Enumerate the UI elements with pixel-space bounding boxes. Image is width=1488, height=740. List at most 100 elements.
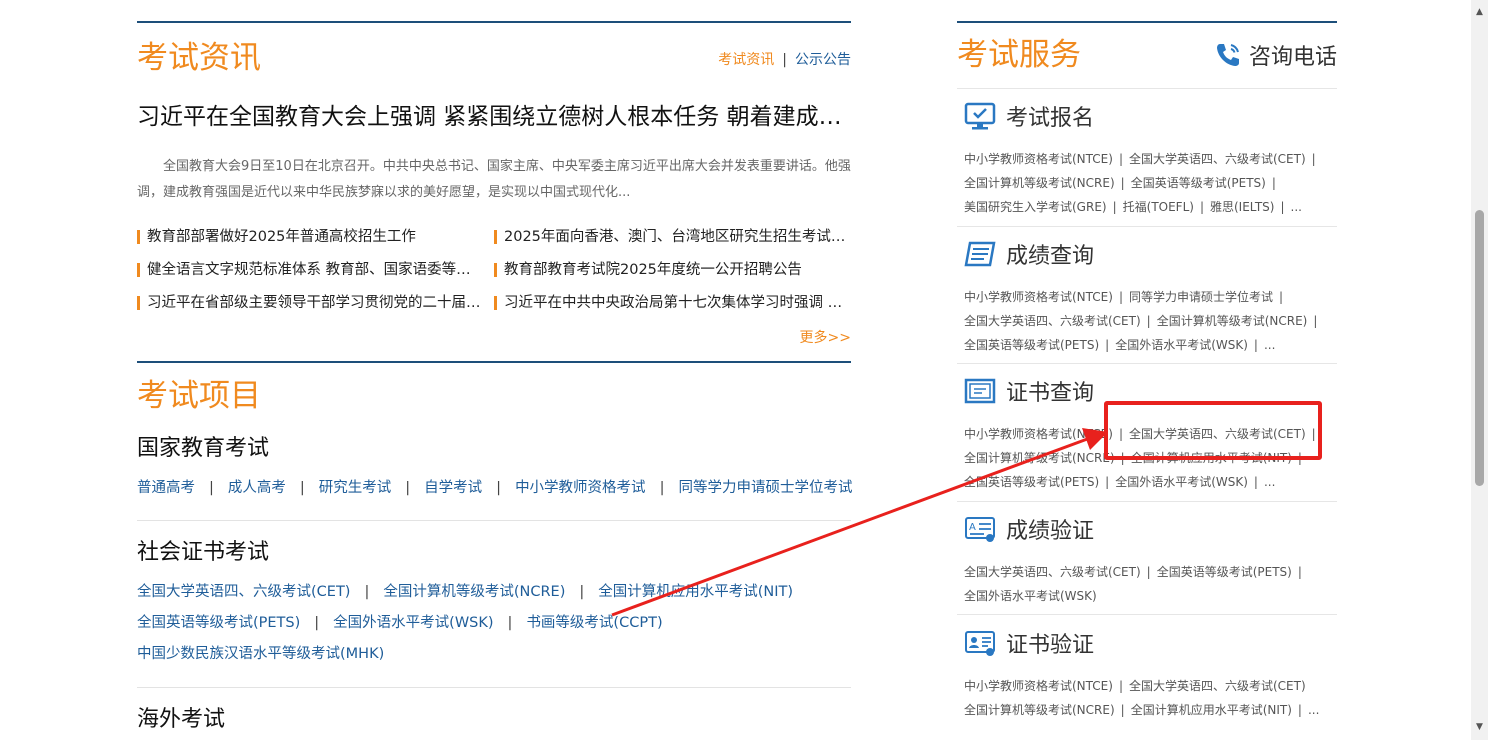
news-item[interactable]: 教育部教育考试院2025年度统一公开招聘公告 — [494, 259, 851, 281]
category-divider — [137, 520, 851, 521]
exam-link[interactable]: 全国外语水平考试(WSK) — [333, 615, 493, 631]
news-item[interactable]: 习近平在省部级主要领导干部学习贯彻党的二十届三中全会精神专题研讨班开班式上发表重… — [137, 292, 482, 314]
tab-separator: | — [782, 52, 787, 68]
more-ellipsis[interactable]: ... — [1291, 200, 1302, 214]
service-link[interactable]: 全国大学英语四、六级考试(CET) — [964, 314, 1141, 328]
exam-link[interactable]: 书画等级考试(CCPT) — [526, 615, 662, 631]
exam-link[interactable]: 中国少数民族汉语水平等级考试(MHK) — [137, 646, 384, 662]
service-divider — [957, 614, 1337, 615]
tab-announcements[interactable]: 公示公告 — [795, 52, 851, 68]
service-link[interactable]: 雅思(IELTS) — [1210, 200, 1274, 214]
service-divider — [957, 88, 1337, 89]
exam-link[interactable]: 研究生考试 — [319, 480, 392, 496]
service-link[interactable]: 中小学教师资格考试(NTCE) — [964, 152, 1113, 166]
consult-phone[interactable]: 咨询电话 — [1213, 38, 1337, 72]
exam-link[interactable]: 自学考试 — [424, 480, 482, 496]
service-title: 证书查询 — [1006, 381, 1095, 406]
service-link[interactable]: 全国外语水平考试(WSK) — [1115, 338, 1248, 352]
scroll-icon — [964, 241, 996, 267]
service-link[interactable]: 全国英语等级考试(PETS) — [964, 475, 1099, 489]
service-link[interactable]: 全国计算机应用水平考试(NIT) — [1131, 703, 1292, 717]
service-divider — [957, 226, 1337, 227]
service-title: 考试报名 — [1006, 106, 1095, 131]
exam-link[interactable]: 成人高考 — [228, 480, 286, 496]
service-title: 成绩验证 — [1006, 519, 1095, 544]
service-header[interactable]: 成绩查询 — [964, 236, 1094, 272]
service-link[interactable]: 全国外语水平考试(WSK) — [964, 589, 1097, 603]
service-link[interactable]: 全国计算机等级考试(NCRE) — [964, 176, 1115, 190]
exam-link[interactable]: 全国英语等级考试(PETS) — [137, 615, 300, 631]
news-item[interactable]: 2025年面向香港、澳门、台湾地区研究生招生考试《招生简章》 — [494, 226, 851, 248]
headline-link[interactable]: 习近平在全国教育大会上强调 紧紧围绕立德树人根本任务 朝着建成教育强国战略目标扎… — [137, 100, 851, 134]
vertical-scrollbar[interactable]: ▲ ▼ — [1471, 0, 1488, 740]
exam-link[interactable]: 全国计算机应用水平考试(NIT) — [598, 584, 793, 600]
service-header[interactable]: 证书验证 — [964, 625, 1094, 661]
exam-services-title: 考试服务 — [957, 37, 1081, 73]
service-link[interactable]: 全国计算机等级考试(NCRE) — [964, 703, 1115, 717]
exam-link[interactable]: 全国计算机等级考试(NCRE) — [383, 584, 565, 600]
scroll-down-arrow-icon[interactable]: ▼ — [1471, 719, 1488, 736]
exam-projects-title: 考试项目 — [137, 378, 261, 414]
service-title: 证书验证 — [1006, 633, 1095, 658]
category-title-overseas: 海外考试 — [137, 707, 226, 732]
exam-link[interactable]: 中小学教师资格考试 — [515, 480, 646, 496]
service-link[interactable]: 美国研究生入学考试(GRE) — [964, 200, 1107, 214]
exam-news-tabs: 考试资讯 | 公示公告 — [718, 51, 851, 69]
svg-text:A: A — [969, 522, 976, 533]
category-title-social: 社会证书考试 — [137, 540, 270, 565]
exam-link[interactable]: 同等学力申请硕士学位考试 — [678, 480, 852, 496]
service-links: 中小学教师资格考试(NTCE) | 全国大学英语四、六级考试(CET) 全国计算机等… — [964, 679, 1320, 717]
category-title-national: 国家教育考试 — [137, 436, 270, 461]
service-divider — [957, 363, 1337, 364]
news-item[interactable]: 教育部部署做好2025年普通高校招生工作 — [137, 226, 482, 248]
score-card-icon: A — [965, 517, 995, 542]
category-links-social: 全国大学英语四、六级考试(CET) | 全国计算机等级考试(NCRE) | 全国计算机应… — [137, 584, 794, 600]
phone-label: 咨询电话 — [1248, 45, 1337, 70]
exam-news-title: 考试资讯 — [137, 40, 261, 76]
category-links-national: 普通高考 | 成人高考 | 研究生考试 | 自学考试 | 中小学教师资格考试 | 同等学力申请硕士学… — [137, 480, 853, 496]
scroll-up-arrow-icon[interactable]: ▲ — [1471, 4, 1488, 21]
more-ellipsis[interactable]: ... — [1264, 475, 1275, 489]
service-links: 中小学教师资格考试(NTCE) | 同等学力申请硕士学位考试 | 全国大学英语四、六级… — [964, 290, 1318, 352]
service-link[interactable]: 同等学力申请硕士学位考试 — [1129, 290, 1273, 304]
more-ellipsis[interactable]: ... — [1308, 703, 1319, 717]
service-link[interactable]: 全国大学英语四、六级考试(CET) — [1129, 152, 1306, 166]
category-divider — [137, 687, 851, 688]
phone-icon — [1216, 44, 1239, 66]
monitor-icon — [964, 102, 996, 130]
tab-exam-news[interactable]: 考试资讯 — [718, 52, 774, 68]
service-link[interactable]: 全国大学英语四、六级考试(CET) — [1129, 679, 1306, 693]
exam-link[interactable]: 全国大学英语四、六级考试(CET) — [137, 584, 350, 600]
category-links-social: 中国少数民族汉语水平等级考试(MHK) — [137, 643, 851, 665]
service-link[interactable]: 中小学教师资格考试(NTCE) — [964, 290, 1113, 304]
more-ellipsis[interactable]: ... — [1264, 338, 1275, 352]
news-item[interactable]: 习近平在中共中央政治局第十七次集体学习时强调 锚定建成教育强国目标 — [494, 292, 851, 314]
section-top-rule — [137, 361, 851, 363]
service-link[interactable]: 中小学教师资格考试(NTCE) — [964, 427, 1113, 441]
id-card-icon — [965, 631, 995, 656]
category-links-social: 全国英语等级考试(PETS) | 全国外语水平考试(WSK) | 书画等级考试(CCPT… — [137, 615, 663, 631]
service-title: 成绩查询 — [1006, 244, 1095, 269]
service-link[interactable]: 全国大学英语四、六级考试(CET) — [964, 565, 1141, 579]
service-link[interactable]: 全国英语等级考试(PETS) — [964, 338, 1099, 352]
service-link[interactable]: 全国计算机等级考试(NCRE) — [964, 451, 1115, 465]
section-top-rule — [137, 21, 851, 23]
scrollbar-thumb[interactable] — [1475, 210, 1484, 486]
exam-link[interactable]: 普通高考 — [137, 480, 195, 496]
service-link[interactable]: 全国外语水平考试(WSK) — [1115, 475, 1248, 489]
service-divider — [957, 501, 1337, 502]
service-header[interactable]: 考试报名 — [964, 98, 1094, 134]
service-header[interactable]: 证书查询 — [964, 373, 1094, 409]
service-link[interactable]: 托福(TOEFL) — [1123, 200, 1194, 214]
service-link[interactable]: 全国英语等级考试(PETS) — [1157, 565, 1292, 579]
service-header[interactable]: A 成绩验证 — [964, 511, 1094, 547]
headline-summary: 全国教育大会9日至10日在北京召开。中共中央总书记、国家主席、中央军委主席习近平… — [137, 159, 851, 200]
service-links: 中小学教师资格考试(NTCE) | 全国大学英语四、六级考试(CET) | 全国计算机… — [964, 152, 1316, 214]
service-link[interactable]: 全国计算机等级考试(NCRE) — [1157, 314, 1308, 328]
service-links: 全国大学英语四、六级考试(CET) | 全国英语等级考试(PETS) | 全国外语水平… — [964, 565, 1302, 603]
service-link[interactable]: 中小学教师资格考试(NTCE) — [964, 679, 1113, 693]
service-link[interactable]: 全国英语等级考试(PETS) — [1131, 176, 1266, 190]
news-item[interactable]: 健全语言文字规范标准体系 教育部、国家语委等发布... — [137, 259, 482, 281]
more-news-link[interactable]: 更多>> — [800, 327, 851, 347]
certificate-icon — [964, 378, 996, 404]
